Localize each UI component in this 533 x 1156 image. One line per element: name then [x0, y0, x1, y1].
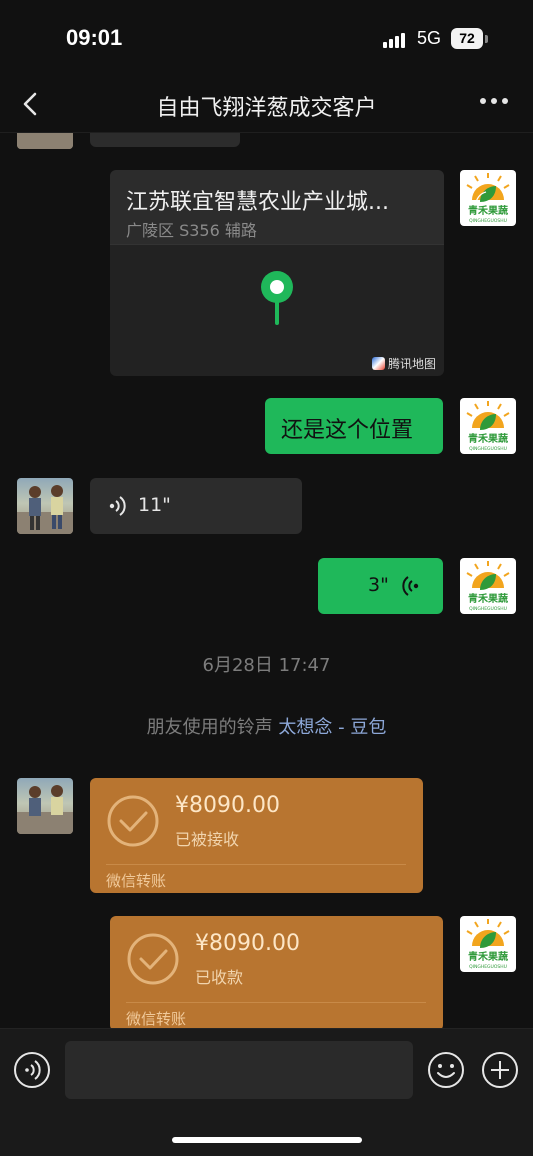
transfer-label: 微信转账 — [106, 872, 167, 890]
transfer-status: 已被接收 — [175, 830, 240, 849]
signal-icon — [383, 32, 409, 48]
brand-logo-icon: 青禾果蔬 QINGHEGUOSHU — [466, 173, 510, 224]
voice-wave-icon — [402, 576, 419, 596]
transfer-status: 已收款 — [195, 968, 244, 987]
battery-tip — [485, 35, 488, 43]
self-avatar[interactable]: 青禾果蔬 QINGHEGUOSHU — [460, 170, 516, 226]
svg-text:青禾果蔬: 青禾果蔬 — [468, 432, 508, 445]
emoji-icon[interactable] — [427, 1051, 465, 1089]
status-time: 09:01 — [66, 25, 123, 50]
message-input[interactable] — [65, 1041, 413, 1099]
svg-text:QINGHEGUOSHU: QINGHEGUOSHU — [469, 218, 507, 224]
message-timestamp: 6月28日 17:47 — [202, 655, 331, 676]
tencent-map-icon — [371, 357, 385, 370]
divider — [126, 1002, 426, 1003]
home-indicator — [172, 1137, 362, 1143]
divider — [106, 864, 406, 865]
transfer-card[interactable]: ¥8090.00 已收款 微信转账 — [110, 916, 443, 1028]
svg-text:青禾果蔬: 青禾果蔬 — [468, 204, 508, 217]
chat-title: 自由飞翔洋葱成交客户 — [156, 96, 377, 121]
svg-text:QINGHEGUOSHU: QINGHEGUOSHU — [469, 964, 507, 970]
voice-duration: 11" — [138, 494, 171, 516]
message-text: 还是这个位置 — [281, 418, 414, 443]
chat-messages[interactable]: 江苏联宜智慧农业产业城... 广陵区 S356 辅路 腾讯地图 青禾果蔬 QIN… — [0, 133, 533, 1028]
self-avatar[interactable]: 青禾果蔬 QINGHEGUOSHU — [460, 558, 516, 614]
location-map: 腾讯地图 — [110, 244, 444, 376]
contact-avatar[interactable] — [17, 478, 73, 534]
plus-circle-icon[interactable] — [481, 1051, 519, 1089]
check-circle-icon — [127, 933, 179, 985]
location-title: 江苏联宜智慧农业产业城... — [126, 190, 389, 215]
transfer-label: 微信转账 — [126, 1010, 187, 1028]
brand-logo-icon: 青禾果蔬 QINGHEGUOSHU — [466, 919, 510, 970]
brand-logo-icon: 青禾果蔬 QINGHEGUOSHU — [466, 401, 510, 452]
battery-icon: 72 — [451, 28, 483, 49]
contact-avatar[interactable] — [17, 133, 73, 149]
transfer-card[interactable]: ¥8090.00 已被接收 微信转账 — [90, 778, 423, 893]
voice-duration: 3" — [368, 574, 389, 596]
svg-text:青禾果蔬: 青禾果蔬 — [468, 592, 508, 605]
voice-input-icon[interactable] — [13, 1051, 51, 1089]
brand-logo-icon: 青禾果蔬 QINGHEGUOSHU — [466, 561, 510, 612]
contact-avatar[interactable] — [17, 778, 73, 834]
location-address: 广陵区 S356 辅路 — [126, 221, 257, 240]
svg-text:QINGHEGUOSHU: QINGHEGUOSHU — [469, 606, 507, 612]
chat-header: 自由飞翔洋葱成交客户 — [0, 80, 533, 133]
message-bubble[interactable] — [90, 133, 240, 147]
input-bar — [0, 1028, 533, 1156]
check-circle-icon — [107, 795, 159, 847]
self-avatar[interactable]: 青禾果蔬 QINGHEGUOSHU — [460, 398, 516, 454]
voice-wave-icon — [109, 496, 126, 516]
transfer-amount: ¥8090.00 — [195, 931, 300, 956]
ringtone-notice: 朋友使用的铃声 太想念 - 豆包 — [0, 713, 533, 739]
more-icon[interactable] — [480, 98, 510, 108]
transfer-amount: ¥8090.00 — [175, 793, 280, 818]
self-avatar[interactable]: 青禾果蔬 QINGHEGUOSHU — [460, 916, 516, 972]
svg-text:QINGHEGUOSHU: QINGHEGUOSHU — [469, 446, 507, 452]
map-pin-icon — [261, 271, 293, 325]
voice-message[interactable]: 11" — [90, 478, 302, 534]
map-provider: 腾讯地图 — [371, 355, 436, 372]
text-message[interactable]: 还是这个位置 — [265, 398, 443, 454]
location-card[interactable]: 江苏联宜智慧农业产业城... 广陵区 S356 辅路 腾讯地图 — [110, 170, 444, 376]
network-type: 5G — [417, 28, 442, 48]
svg-text:青禾果蔬: 青禾果蔬 — [468, 950, 508, 963]
status-bar: 09:01 5G 72 — [0, 0, 533, 80]
ringtone-link[interactable]: 太想念 - 豆包 — [278, 717, 386, 738]
voice-message[interactable]: 3" — [318, 558, 443, 614]
ringtone-prefix: 朋友使用的铃声 — [146, 717, 273, 738]
